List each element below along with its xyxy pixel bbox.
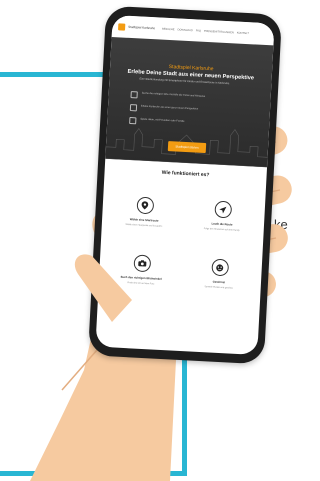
thumb-illustration: [74, 254, 132, 322]
